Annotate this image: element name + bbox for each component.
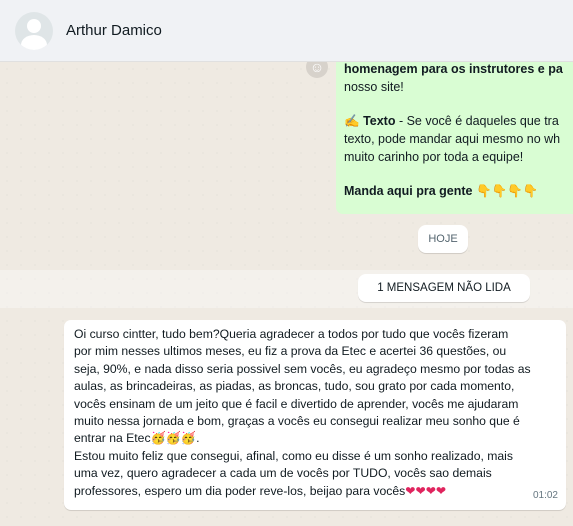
message-time: 01:02 — [532, 489, 558, 501]
message-line: muito carinho por toda a equipe! — [344, 150, 524, 164]
avatar-head-shape — [27, 18, 41, 33]
message-line: texto, pode mandar aqui mesmo no wh — [344, 132, 561, 146]
chat-header[interactable]: Arthur Damico — [0, 0, 573, 62]
incoming-message[interactable]: Oi curso cintter, tudo bem?Queria agrade… — [64, 320, 566, 510]
avatar[interactable] — [15, 11, 53, 50]
message-line: Manda aqui pra gente 👇👇👇👇 — [344, 183, 539, 198]
outgoing-message[interactable]: homenagem para os instrutores e pa nosso… — [336, 62, 573, 214]
message-line: homenagem para os instrutores e pa — [344, 62, 563, 76]
heart-icons: ❤❤❤❤ — [405, 483, 447, 498]
writing-hand-icon: ✍️ — [344, 113, 360, 128]
date-divider: HOJE — [418, 225, 468, 253]
contact-name[interactable]: Arthur Damico — [66, 22, 162, 39]
message-line: ✍️ Texto - Se você é daqueles que tra — [344, 113, 559, 128]
message-area[interactable]: ☺ homenagem para os instrutores e pa nos… — [0, 62, 573, 526]
message-text: Oi curso cintter, tudo bem?Queria agrade… — [74, 327, 531, 498]
emoji-reaction-icon[interactable]: ☺ — [306, 62, 328, 78]
avatar-body-shape — [21, 34, 47, 50]
message-line: nosso site! — [344, 80, 404, 94]
unread-divider: 1 MENSAGEM NÃO LIDA — [358, 274, 530, 302]
pointing-down-icon: 👇👇👇👇 — [475, 183, 539, 198]
